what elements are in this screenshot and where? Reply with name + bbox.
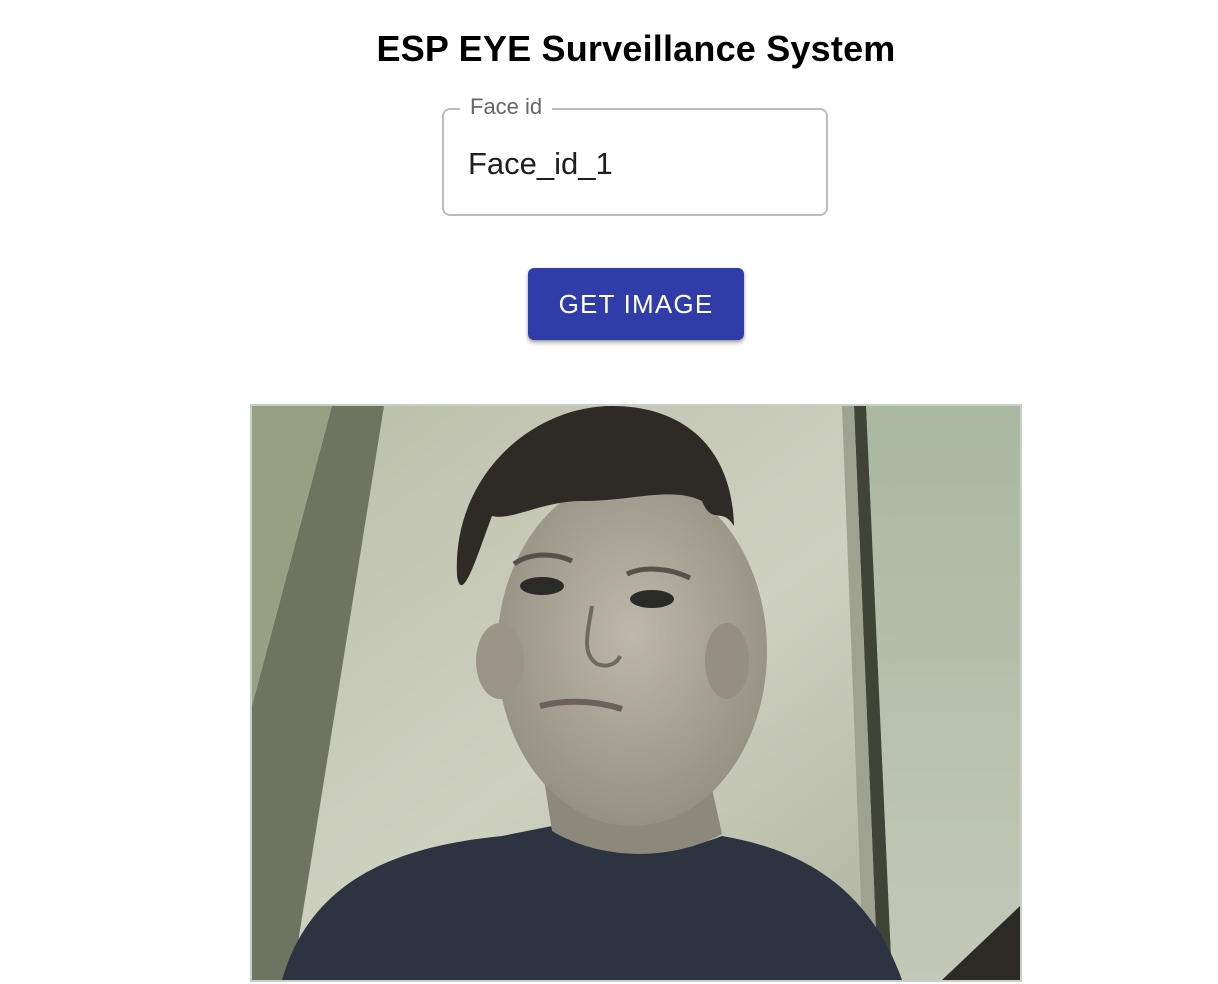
surveillance-page: ESP EYE Surveillance System Face id GET …	[0, 0, 1218, 984]
face-id-input[interactable]	[468, 140, 808, 188]
camera-snapshot	[252, 406, 1020, 980]
page-title: ESP EYE Surveillance System	[376, 28, 896, 69]
captured-image	[250, 404, 1022, 982]
get-image-button[interactable]: GET IMAGE	[528, 268, 744, 340]
face-id-label: Face id	[460, 94, 553, 120]
